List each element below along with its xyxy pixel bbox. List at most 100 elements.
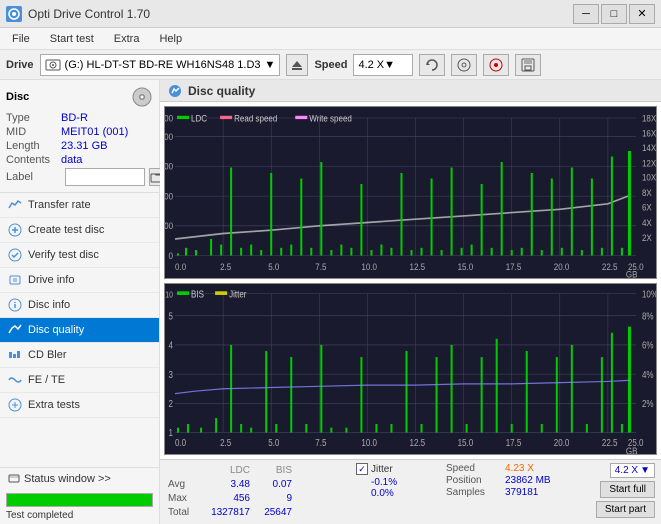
speed-value: 4.2 X: [358, 59, 384, 71]
disc-contents-row: Contents data: [6, 154, 153, 166]
position-value: 23862 MB: [505, 475, 551, 486]
nav-disc-quality[interactable]: Disc quality: [0, 318, 159, 343]
disc-image-icon: [131, 86, 153, 108]
stats-row-avg: Avg 3.48 0.07: [168, 479, 298, 491]
write-icon: [489, 58, 503, 72]
drive-selector[interactable]: (G:) HL-DT-ST BD-RE WH16NS48 1.D3 ▼: [40, 54, 281, 76]
svg-text:20.0: 20.0: [554, 437, 570, 448]
close-button[interactable]: ✕: [629, 4, 655, 24]
svg-text:300: 300: [165, 161, 173, 171]
refresh-icon: [425, 58, 439, 72]
cd-bler-icon: [8, 348, 22, 362]
svg-text:5.0: 5.0: [268, 261, 279, 271]
svg-text:22.5: 22.5: [602, 261, 618, 271]
speed-stat-value: 4.23 X: [505, 463, 534, 474]
maximize-button[interactable]: □: [601, 4, 627, 24]
svg-text:10.0: 10.0: [361, 261, 377, 271]
save-icon-btn[interactable]: [515, 54, 541, 76]
svg-text:12.5: 12.5: [409, 261, 425, 271]
svg-text:7.5: 7.5: [315, 437, 326, 448]
fe-te-icon: [8, 373, 22, 387]
quality-header-icon: [168, 84, 182, 98]
label-label: Label: [6, 171, 61, 183]
disc-info-icon: [8, 298, 22, 312]
svg-text:20.0: 20.0: [554, 261, 570, 271]
drive-dropdown-arrow[interactable]: ▼: [265, 59, 276, 71]
svg-text:6%: 6%: [642, 339, 654, 350]
svg-text:GB: GB: [626, 445, 638, 454]
stats-row-total: Total 1327817 25647: [168, 507, 298, 519]
svg-text:4%: 4%: [642, 369, 654, 380]
svg-text:2X: 2X: [642, 233, 652, 243]
svg-text:BIS: BIS: [191, 288, 204, 299]
type-value: BD-R: [61, 112, 88, 124]
svg-text:400: 400: [165, 132, 173, 142]
drive-label: Drive: [6, 59, 34, 71]
svg-text:500: 500: [165, 113, 173, 123]
avg-ldc: 3.48: [206, 479, 256, 491]
nav-disc-info[interactable]: Disc info: [0, 293, 159, 318]
eject-icon: [290, 58, 304, 72]
svg-text:8X: 8X: [642, 188, 652, 198]
app-title: Opti Drive Control 1.70: [28, 7, 150, 21]
svg-text:5: 5: [169, 310, 173, 321]
nav-transfer-rate[interactable]: Transfer rate: [0, 193, 159, 218]
status-window-label: Status window >>: [24, 473, 111, 485]
svg-text:GB: GB: [626, 269, 638, 277]
nav-fe-te[interactable]: FE / TE: [0, 368, 159, 393]
nav-extra-tests[interactable]: Extra tests: [0, 393, 159, 418]
nav-cd-bler-label: CD Bler: [28, 349, 67, 361]
disc-header: Disc: [6, 86, 153, 108]
svg-text:10X: 10X: [642, 172, 656, 182]
total-ldc: 1327817: [206, 507, 256, 519]
nav-verify-test-disc-label: Verify test disc: [28, 249, 99, 261]
svg-text:8%: 8%: [642, 310, 654, 321]
svg-text:22.5: 22.5: [602, 437, 618, 448]
minimize-button[interactable]: ─: [573, 4, 599, 24]
svg-text:10: 10: [165, 289, 173, 299]
write-icon-btn[interactable]: [483, 54, 509, 76]
speed-dropdown-arrow: ▼: [640, 465, 650, 476]
jitter-checkbox[interactable]: ✓: [356, 463, 368, 475]
start-part-button[interactable]: Start part: [596, 501, 655, 518]
svg-text:12.5: 12.5: [409, 437, 425, 448]
label-input[interactable]: [65, 168, 145, 186]
speed-selector[interactable]: 4.2 X ▼: [353, 54, 413, 76]
menu-start-test[interactable]: Start test: [42, 31, 102, 47]
speed-position-section: Speed 4.23 X Position 23862 MB Samples 3…: [446, 463, 586, 499]
svg-text:10.0: 10.0: [361, 437, 377, 448]
menu-file[interactable]: File: [4, 31, 38, 47]
title-bar: Opti Drive Control 1.70 ─ □ ✕: [0, 0, 661, 28]
refresh-button[interactable]: [419, 54, 445, 76]
eject-button[interactable]: [286, 54, 308, 76]
disc-mid-row: MID MEIT01 (001): [6, 126, 153, 138]
nav-create-test-disc[interactable]: Create test disc: [0, 218, 159, 243]
charts-wrapper: 0 100 200 300 400 500 18X 16X 14X 12X 10…: [160, 102, 661, 459]
svg-text:3: 3: [169, 369, 173, 380]
speed-dropdown[interactable]: 4.2 X ▼: [610, 463, 655, 478]
transfer-rate-icon: [8, 198, 22, 212]
svg-text:LDC: LDC: [191, 113, 207, 123]
nav-create-test-disc-label: Create test disc: [28, 224, 104, 236]
speed-dropdown-arrow[interactable]: ▼: [384, 59, 395, 71]
nav-drive-info[interactable]: Drive info: [0, 268, 159, 293]
start-full-button[interactable]: Start full: [600, 481, 655, 498]
svg-text:5.0: 5.0: [268, 437, 279, 448]
speed-row: Speed 4.23 X: [446, 463, 586, 474]
menu-extra[interactable]: Extra: [106, 31, 148, 47]
disc-icon: [457, 58, 471, 72]
svg-text:Write speed: Write speed: [309, 113, 352, 123]
svg-text:0.0: 0.0: [175, 261, 186, 271]
disc-icon-btn[interactable]: [451, 54, 477, 76]
svg-text:0.0: 0.0: [175, 437, 186, 448]
status-window-button[interactable]: Status window >>: [0, 468, 159, 490]
jitter-avg: -0.1%: [371, 477, 436, 488]
disc-label-row: Label: [6, 168, 153, 186]
contents-value: data: [61, 154, 82, 166]
svg-text:2%: 2%: [642, 398, 654, 409]
menu-help[interactable]: Help: [151, 31, 190, 47]
svg-text:12X: 12X: [642, 158, 656, 168]
nav-cd-bler[interactable]: CD Bler: [0, 343, 159, 368]
svg-text:18X: 18X: [642, 113, 656, 123]
nav-verify-test-disc[interactable]: Verify test disc: [0, 243, 159, 268]
